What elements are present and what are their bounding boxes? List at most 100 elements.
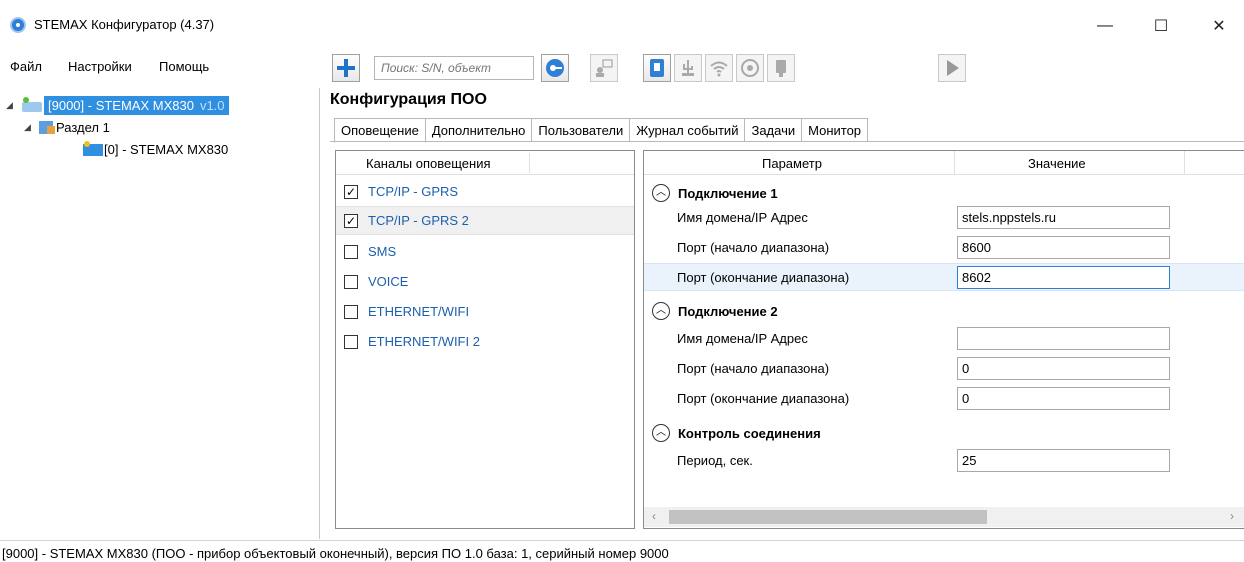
tab-event-log[interactable]: Журнал событий (630, 118, 746, 142)
tab-notification[interactable]: Оповещение (334, 118, 426, 143)
param-name: Имя домена/IP Адрес (677, 210, 808, 225)
expand-arrow-icon[interactable]: ◢ (24, 122, 34, 133)
param-row[interactable]: Порт (окончание диапазона) 8602 (644, 263, 1244, 291)
group-header-connection-2[interactable]: ︿ Подключение 2 (644, 299, 1244, 323)
param-value-field[interactable]: 8600 (957, 236, 1170, 259)
param-column-header[interactable]: Параметр (762, 156, 822, 171)
param-row[interactable]: Порт (окончание диапазона) 0 (644, 385, 1244, 413)
tree-device-label[interactable]: [9000] - STEMAX MX830 v1.0 (44, 95, 229, 115)
menu-settings[interactable]: Настройки (68, 59, 132, 74)
param-row[interactable]: Порт (начало диапазона) 8600 (644, 234, 1244, 262)
scrollbar-thumb[interactable] (669, 510, 987, 524)
channel-checkbox[interactable] (344, 334, 358, 349)
param-value-field[interactable]: 25 (957, 449, 1170, 472)
search-field[interactable] (374, 56, 534, 80)
add-icon (337, 59, 355, 77)
channel-row[interactable]: ✓ TCP/IP - GPRS 2 (336, 206, 634, 235)
modem-icon (776, 60, 786, 77)
column-divider (529, 153, 530, 173)
modem-button[interactable] (767, 54, 795, 82)
collapse-icon[interactable]: ︿ (652, 424, 670, 442)
device-tree: ◢ [9000] - STEMAX MX830 v1.0 ◢ Раздел 1 [… (0, 88, 320, 539)
user-device-button[interactable] (590, 54, 618, 82)
param-value-field[interactable]: 0 (957, 357, 1170, 380)
parameters-grid: Параметр Значение ︿ Подключение 1 Имя до… (643, 150, 1244, 529)
channels-header-label: Каналы оповещения (366, 156, 491, 171)
wifi-button[interactable] (705, 54, 733, 82)
param-row[interactable]: Имя домена/IP Адрес stels.nppstels.ru (644, 204, 1244, 232)
param-value-field[interactable] (957, 327, 1170, 350)
param-name: Порт (окончание диапазона) (677, 391, 850, 406)
group-header-connection-control[interactable]: ︿ Контроль соединения (644, 421, 1244, 445)
title-bar: STEMAX Конфигуратор (4.37) — ☐ ✕ (0, 0, 1244, 52)
app-icon (10, 17, 26, 33)
toolbar (330, 50, 1244, 88)
menu-file[interactable]: Файл (10, 59, 42, 74)
tab-tasks[interactable]: Задачи (745, 118, 803, 142)
globe-icon (741, 59, 759, 77)
usb-alt-icon (682, 60, 694, 76)
scroll-right-icon[interactable]: › (1230, 509, 1234, 523)
channel-checkbox[interactable]: ✓ (344, 213, 358, 228)
collapse-icon[interactable]: ︿ (652, 302, 670, 320)
channel-row[interactable]: ETHERNET/WIFI 2 (336, 327, 634, 356)
channel-row[interactable]: ✓ TCP/IP - GPRS (336, 177, 634, 206)
param-name: Порт (начало диапазона) (677, 361, 830, 376)
param-name: Порт (начало диапазона) (677, 240, 830, 255)
user-device-icon (596, 59, 613, 77)
channel-label: VOICE (368, 274, 409, 289)
param-value-field[interactable]: 0 (957, 387, 1170, 410)
usb-alt-button[interactable] (674, 54, 702, 82)
scroll-left-icon[interactable]: ‹ (652, 509, 656, 523)
connect-search-button[interactable] (541, 54, 569, 82)
channel-label: ETHERNET/WIFI 2 (368, 334, 480, 349)
channel-checkbox[interactable] (344, 244, 358, 259)
page-title: Конфигурация ПОО (330, 91, 487, 108)
tab-additional[interactable]: Дополнительно (425, 118, 533, 142)
channel-label: SMS (368, 244, 397, 259)
usb-icon (650, 59, 664, 77)
tree-child-label[interactable]: [0] - STEMAX MX830 (104, 142, 228, 157)
param-row[interactable]: Период, сек. 25 (644, 447, 1244, 475)
maximize-button[interactable]: ☐ (1138, 10, 1184, 42)
value-column-header[interactable]: Значение (1028, 156, 1086, 171)
channel-row[interactable]: ETHERNET/WIFI (336, 297, 634, 326)
collapse-icon[interactable]: ︿ (652, 184, 670, 202)
tree-node-section[interactable]: ◢ Раздел 1 (24, 116, 110, 138)
globe-button[interactable] (736, 54, 764, 82)
close-button[interactable]: ✕ (1196, 10, 1242, 42)
section-icon (39, 121, 55, 134)
tab-monitor[interactable]: Монитор (802, 118, 869, 142)
usb-button[interactable] (643, 54, 671, 82)
add-button[interactable] (332, 54, 360, 82)
window-title: STEMAX Конфигуратор (4.37) (34, 17, 215, 32)
channel-checkbox[interactable] (344, 274, 358, 289)
param-value-field[interactable]: 8602 (957, 266, 1170, 289)
group-header-connection-1[interactable]: ︿ Подключение 1 (644, 181, 1244, 205)
menu-bar: Файл Настройки Помощь (0, 56, 330, 78)
channel-label: TCP/IP - GPRS (368, 184, 459, 199)
channel-row[interactable]: SMS (336, 237, 634, 266)
channel-row[interactable]: VOICE (336, 267, 634, 296)
tree-node-child[interactable]: [0] - STEMAX MX830 (82, 138, 228, 160)
channel-label: TCP/IP - GPRS 2 (368, 213, 469, 228)
search-input[interactable] (381, 61, 527, 75)
params-header: Параметр Значение (644, 151, 1244, 175)
menu-help[interactable]: Помощь (159, 59, 209, 74)
channel-checkbox[interactable]: ✓ (344, 184, 358, 199)
tree-node-device[interactable]: ◢ [9000] - STEMAX MX830 v1.0 (6, 94, 229, 116)
search-key-icon (546, 59, 564, 77)
param-row[interactable]: Имя домена/IP Адрес (644, 325, 1244, 353)
minimize-button[interactable]: — (1082, 10, 1128, 42)
channel-checkbox[interactable] (344, 304, 358, 319)
tree-section-label[interactable]: Раздел 1 (56, 120, 110, 135)
play-icon (947, 60, 959, 76)
wifi-icon (710, 61, 728, 77)
expand-arrow-icon[interactable]: ◢ (6, 100, 16, 111)
tab-users[interactable]: Пользователи (532, 118, 631, 142)
param-row[interactable]: Порт (начало диапазона) 0 (644, 355, 1244, 383)
param-value-field[interactable]: stels.nppstels.ru (957, 206, 1170, 229)
play-button[interactable] (938, 54, 966, 82)
horizontal-scrollbar[interactable]: ‹ › (644, 507, 1244, 527)
channels-list: Каналы оповещения ✓ TCP/IP - GPRS ✓ TCP/… (335, 150, 635, 529)
